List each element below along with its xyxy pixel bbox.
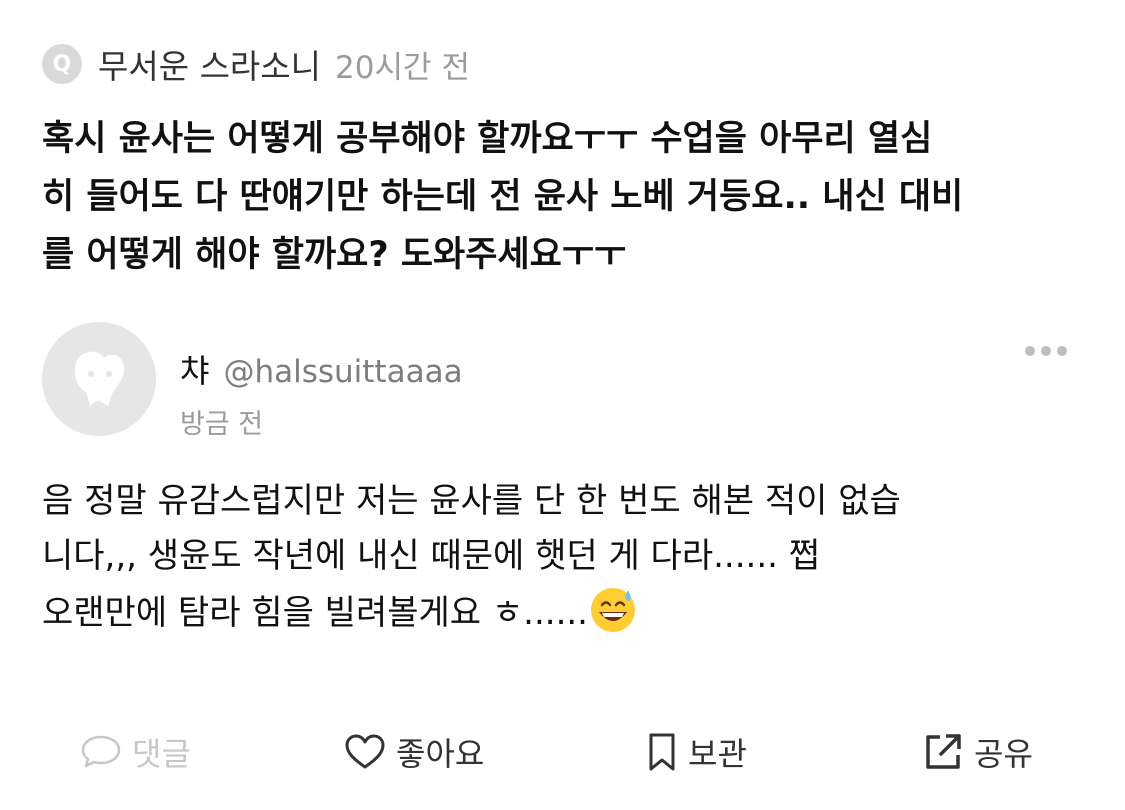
like-label: 좋아요 bbox=[396, 735, 485, 773]
grinning-sweat-emoji-icon bbox=[591, 588, 635, 632]
share-external-icon bbox=[926, 734, 961, 769]
answer-header: 챠 @halssuittaaaa 방금 전 bbox=[42, 322, 463, 441]
more-options-button[interactable] bbox=[1025, 346, 1067, 356]
answer-timestamp: 방금 전 bbox=[180, 409, 264, 440]
answerer-handle[interactable]: @halssuittaaaa bbox=[223, 354, 462, 390]
answer-text: 음 정말 유감스럽지만 저는 윤사를 단 한 번도 해본 적이 없습 니다,,,… bbox=[42, 474, 1102, 641]
heart-icon bbox=[345, 734, 385, 769]
answer-line: 니다,,, 생윤도 작년에 내신 때문에 햇던 게 다라...... 쩝 bbox=[42, 536, 821, 576]
question-timestamp: 20시간 전 bbox=[335, 49, 470, 86]
more-horizontal-icon bbox=[1025, 346, 1035, 356]
share-button[interactable]: 공유 bbox=[922, 729, 1033, 775]
answer-line-with-emoji: 오랜만에 탐라 힘을 빌려볼게요 ㅎ...... bbox=[42, 584, 1102, 641]
speech-bubble-icon bbox=[81, 735, 121, 768]
question-line: 를 어떻게 해야 할까요? 도와주세요ㅜㅜ bbox=[42, 235, 627, 275]
asker-name: 무서운 스라소니 bbox=[98, 47, 322, 86]
more-horizontal-icon bbox=[1041, 346, 1051, 356]
question-line: 히 들어도 다 딴얘기만 하는데 전 윤사 노베 거등요.. 내신 대비 bbox=[42, 177, 964, 217]
answerer-name[interactable]: 챠 bbox=[180, 346, 209, 392]
more-horizontal-icon bbox=[1057, 346, 1067, 356]
question-text: 혹시 윤사는 어떻게 공부해야 할까요ㅜㅜ 수업을 아무리 열심 히 들어도 다… bbox=[42, 110, 1092, 284]
bookmark-icon bbox=[649, 733, 675, 771]
save-label: 보관 bbox=[688, 735, 747, 773]
action-bar: 댓글 좋아요 보관 공유 bbox=[0, 722, 1125, 782]
question-header: Q 무서운 스라소니 20시간 전 bbox=[42, 40, 470, 88]
comment-label: 댓글 bbox=[132, 735, 191, 773]
answer-meta: 챠 @halssuittaaaa 방금 전 bbox=[180, 346, 463, 441]
share-label: 공유 bbox=[974, 735, 1033, 773]
answer-line: 음 정말 유감스럽지만 저는 윤사를 단 한 번도 해본 적이 없습 bbox=[42, 481, 901, 521]
save-button[interactable]: 보관 bbox=[646, 729, 747, 775]
avatar[interactable] bbox=[42, 322, 156, 436]
question-line: 혹시 윤사는 어떻게 공부해야 할까요ㅜㅜ 수업을 아무리 열심 bbox=[42, 119, 933, 159]
comment-button[interactable]: 댓글 bbox=[80, 729, 191, 775]
question-badge-icon: Q bbox=[42, 44, 82, 84]
anonymous-animal-icon bbox=[74, 351, 125, 406]
answer-line: 오랜만에 탐라 힘을 빌려볼게요 ㅎ...... bbox=[42, 593, 588, 633]
answerer-name-line: 챠 @halssuittaaaa bbox=[180, 346, 463, 392]
like-button[interactable]: 좋아요 bbox=[344, 729, 484, 775]
